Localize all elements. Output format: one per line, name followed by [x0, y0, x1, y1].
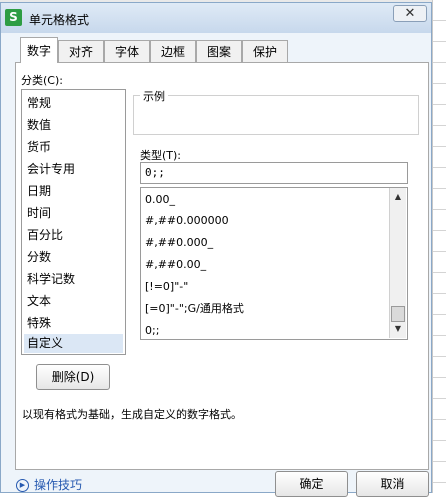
format-option[interactable]: #,##0.000_	[145, 233, 213, 253]
format-option[interactable]: [!=0]"-"	[145, 277, 188, 297]
category-list[interactable]: 常规 数值 货币 会计专用 日期 时间 百分比 分数 科学记数 文本 特殊 自定…	[21, 89, 126, 355]
type-input[interactable]: 0;;	[140, 162, 408, 184]
category-item-text[interactable]: 文本	[24, 292, 123, 311]
tips-link[interactable]: ▶ 操作技巧	[16, 476, 82, 493]
category-label: 分类(C):	[21, 74, 63, 87]
format-option[interactable]: 0.00_	[145, 190, 175, 210]
type-label: 类型(T):	[140, 149, 182, 162]
category-item-custom[interactable]: 自定义	[24, 334, 123, 353]
spreadsheet-grid	[432, 0, 446, 493]
play-icon: ▶	[16, 479, 29, 492]
format-list-scrollbar[interactable]: ▲ ▼	[389, 188, 406, 338]
title-bar: S 单元格格式 ✕	[1, 3, 431, 33]
category-item-special[interactable]: 特殊	[24, 314, 123, 333]
category-item-accounting[interactable]: 会计专用	[24, 160, 123, 179]
delete-button[interactable]: 删除(D)	[36, 364, 110, 390]
sample-groupbox	[133, 95, 419, 135]
tips-link-label: 操作技巧	[34, 478, 83, 492]
close-icon[interactable]: ✕	[393, 5, 427, 22]
sample-label: 示例	[140, 88, 168, 104]
scroll-up-icon[interactable]: ▲	[390, 189, 406, 205]
tab-pattern[interactable]: 图案	[196, 40, 242, 62]
tab-protection[interactable]: 保护	[242, 40, 288, 62]
dialog-title: 单元格格式	[29, 13, 90, 27]
category-item-number[interactable]: 数值	[24, 116, 123, 135]
tab-alignment[interactable]: 对齐	[58, 40, 104, 62]
category-item-general[interactable]: 常规	[24, 94, 123, 113]
category-item-fraction[interactable]: 分数	[24, 248, 123, 267]
tab-font[interactable]: 字体	[104, 40, 150, 62]
category-item-percentage[interactable]: 百分比	[24, 226, 123, 245]
description-text: 以现有格式为基础，生成自定义的数字格式。	[22, 408, 242, 421]
format-option[interactable]: #,##0.000000	[145, 211, 229, 231]
tab-border[interactable]: 边框	[150, 40, 196, 62]
scrollbar-thumb[interactable]	[391, 306, 405, 322]
scroll-down-icon[interactable]: ▼	[390, 321, 406, 337]
ok-button[interactable]: 确定	[275, 471, 348, 497]
format-option[interactable]: #,##0.00_	[145, 255, 206, 275]
category-item-scientific[interactable]: 科学记数	[24, 270, 123, 289]
category-item-date[interactable]: 日期	[24, 182, 123, 201]
format-code-list[interactable]: 0.00_ #,##0.000000 #,##0.000_ #,##0.00_ …	[140, 187, 408, 340]
category-item-time[interactable]: 时间	[24, 204, 123, 223]
category-item-currency[interactable]: 货币	[24, 138, 123, 157]
app-icon: S	[5, 9, 22, 26]
cancel-button[interactable]: 取消	[356, 471, 429, 497]
tab-number[interactable]: 数字	[20, 37, 58, 63]
format-option[interactable]: 0;;	[145, 321, 159, 339]
format-option[interactable]: [=0]"-";G/通用格式	[145, 299, 244, 319]
